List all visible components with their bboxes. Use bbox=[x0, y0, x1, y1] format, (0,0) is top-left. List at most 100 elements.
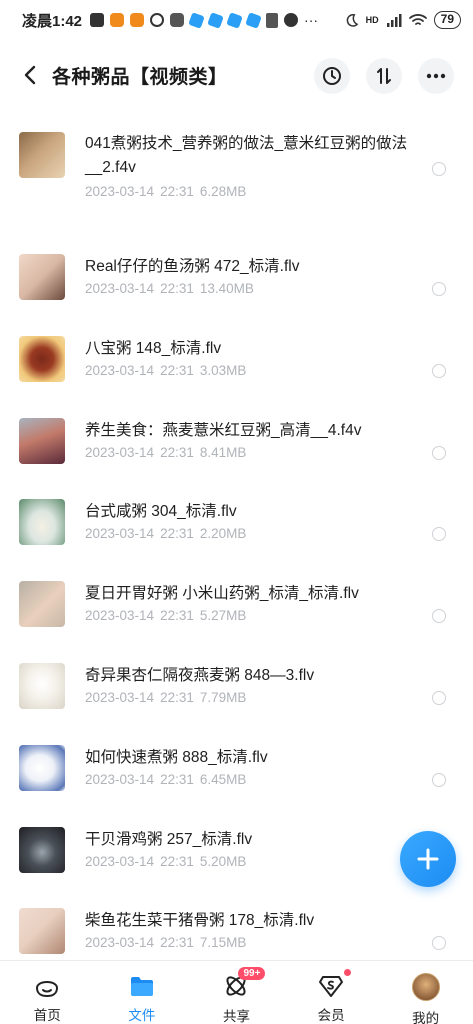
select-radio[interactable] bbox=[432, 690, 446, 705]
nav-home[interactable]: 首页 bbox=[0, 961, 95, 1024]
message-icon bbox=[90, 13, 105, 27]
file-date: 2023-03-14 bbox=[85, 526, 155, 542]
nav-label: 文件 bbox=[128, 1008, 156, 1023]
add-button[interactable] bbox=[400, 831, 456, 887]
file-size: 5.27MB bbox=[199, 608, 247, 624]
page-title: 各种粥品【视频类】 bbox=[52, 67, 228, 88]
file-size: 6.45MB bbox=[199, 771, 247, 787]
file-item[interactable]: Real仔仔的鱼汤粥 472_标清.flv 2023-03-14 22:31 13.… bbox=[0, 226, 473, 308]
app-notification-icon bbox=[130, 13, 145, 27]
baidu-icon bbox=[170, 13, 185, 27]
file-meta: 2023-03-14 22:31 7.79MB bbox=[85, 690, 252, 705]
file-name: Real仔仔的鱼汤粥 472_标清.flv bbox=[85, 258, 300, 275]
nav-mine[interactable]: 我的 bbox=[378, 961, 473, 1024]
history-button[interactable] bbox=[314, 58, 350, 94]
file-time: 22:31 bbox=[160, 362, 194, 378]
file-name: 如何快速煮粥 888_标清.flv bbox=[85, 748, 268, 766]
file-item[interactable]: 台式咸粥 304_标清.flv 2023-03-14 22:31 2.20MB bbox=[0, 471, 473, 553]
file-item[interactable]: 柴鱼花生菜干猪骨粥 178_标清.flv 2023-03-14 22:31 7.15… bbox=[0, 880, 473, 962]
vip-icon bbox=[317, 969, 352, 998]
file-date: 2023-03-14 bbox=[85, 935, 155, 951]
nav-label: 会员 bbox=[317, 1008, 345, 1023]
vip-dot bbox=[344, 969, 352, 976]
file-size: 8.41MB bbox=[199, 444, 247, 460]
select-radio[interactable] bbox=[432, 936, 446, 951]
nav-files[interactable]: 文件 bbox=[95, 961, 190, 1024]
video-thumbnail bbox=[19, 335, 65, 382]
app-notification-icon bbox=[110, 13, 125, 27]
file-time: 22:31 bbox=[160, 935, 194, 951]
select-radio[interactable] bbox=[432, 527, 446, 542]
file-date: 2023-03-14 bbox=[85, 362, 155, 378]
back-icon bbox=[24, 65, 36, 85]
avatar-image bbox=[411, 973, 440, 1001]
file-name: 八宝粥 148_标清.flv bbox=[85, 339, 222, 357]
sort-button[interactable] bbox=[366, 58, 402, 94]
network-label: HD bbox=[365, 15, 379, 25]
more-notifications-icon: ··· bbox=[304, 12, 319, 28]
file-size: 13.40MB bbox=[199, 281, 254, 296]
file-size: 6.28MB bbox=[199, 184, 247, 199]
file-time: 22:31 bbox=[160, 689, 194, 705]
select-radio[interactable] bbox=[432, 162, 446, 176]
cloud-app-icon bbox=[245, 11, 262, 29]
file-time: 22:31 bbox=[160, 526, 194, 542]
video-thumbnail bbox=[19, 826, 65, 873]
sim-icon bbox=[266, 12, 279, 28]
video-thumbnail bbox=[19, 132, 65, 178]
file-meta: 2023-03-14 22:31 7.15MB bbox=[85, 935, 252, 950]
cloud-app-icon bbox=[207, 11, 224, 29]
select-radio[interactable] bbox=[432, 282, 446, 296]
plus-icon bbox=[417, 848, 439, 870]
share-badge: 99+ bbox=[238, 967, 266, 980]
file-item[interactable]: 奇异果杏仁隔夜燕麦粥 848—3.flv 2023-03-14 22:31 7.79… bbox=[0, 635, 473, 717]
video-thumbnail bbox=[19, 499, 65, 546]
more-icon bbox=[426, 73, 446, 79]
select-radio[interactable] bbox=[432, 772, 446, 787]
more-button[interactable] bbox=[418, 58, 454, 94]
bottom-nav: 首页 文件 99+ 共享 会员 我的 bbox=[0, 960, 473, 1024]
file-size: 5.20MB bbox=[199, 853, 247, 869]
file-time: 22:31 bbox=[160, 771, 194, 787]
status-time: 凌晨1:42 bbox=[22, 12, 83, 30]
file-meta: 2023-03-14 22:31 13.40MB bbox=[85, 281, 260, 296]
back-button[interactable] bbox=[16, 60, 44, 90]
file-name: 柴鱼花生菜干猪骨粥 178_标清.flv bbox=[85, 912, 315, 930]
file-item[interactable]: 如何快速煮粥 888_标清.flv 2023-03-14 22:31 6.45MB bbox=[0, 717, 473, 799]
video-thumbnail bbox=[19, 662, 65, 709]
nav-label: 共享 bbox=[222, 1009, 250, 1024]
nav-label: 我的 bbox=[412, 1011, 440, 1024]
nav-vip[interactable]: 会员 bbox=[284, 961, 379, 1024]
file-date: 2023-03-14 bbox=[85, 771, 155, 787]
file-name: 041煮粥技术_营养粥的做法_薏米红豆粥的做法__2.f4v bbox=[85, 135, 408, 176]
file-time: 22:31 bbox=[160, 184, 194, 199]
file-item[interactable]: 八宝粥 148_标清.flv 2023-03-14 22:31 3.03MB bbox=[0, 308, 473, 390]
file-date: 2023-03-14 bbox=[85, 689, 155, 705]
file-item[interactable]: 夏日开胃好粥 小米山药粥_标清_标清.flv 2023-03-14 22:31 5.… bbox=[0, 553, 473, 635]
video-thumbnail bbox=[19, 254, 65, 300]
video-thumbnail bbox=[19, 581, 65, 628]
file-meta: 2023-03-14 22:31 3.03MB bbox=[85, 363, 252, 378]
file-item[interactable]: 养生美食：燕麦薏米红豆粥_高清__4.f4v 2023-03-14 22:31 8.… bbox=[0, 390, 473, 472]
file-name: 台式咸粥 304_标清.flv bbox=[85, 503, 237, 521]
alarm-icon bbox=[150, 13, 165, 27]
nav-share[interactable]: 99+ 共享 bbox=[189, 961, 284, 1024]
file-time: 22:31 bbox=[160, 444, 194, 460]
file-date: 2023-03-14 bbox=[85, 184, 155, 199]
sort-icon bbox=[377, 68, 391, 84]
select-radio[interactable] bbox=[432, 445, 446, 460]
battery-indicator: 79 bbox=[433, 11, 461, 29]
wifi-icon bbox=[408, 14, 427, 25]
video-thumbnail bbox=[19, 908, 65, 955]
file-date: 2023-03-14 bbox=[85, 444, 155, 460]
file-meta: 2023-03-14 22:31 2.20MB bbox=[85, 526, 252, 541]
history-icon bbox=[323, 67, 341, 85]
video-thumbnail bbox=[19, 744, 65, 791]
check-icon bbox=[284, 13, 299, 27]
share-icon: 99+ bbox=[222, 967, 266, 999]
select-radio[interactable] bbox=[432, 609, 446, 624]
home-icon bbox=[33, 973, 61, 998]
file-item[interactable]: 041煮粥技术_营养粥的做法_薏米红豆粥的做法__2.f4v 2023-03-1… bbox=[0, 104, 473, 226]
select-radio[interactable] bbox=[432, 363, 446, 378]
file-size: 2.20MB bbox=[199, 526, 247, 542]
